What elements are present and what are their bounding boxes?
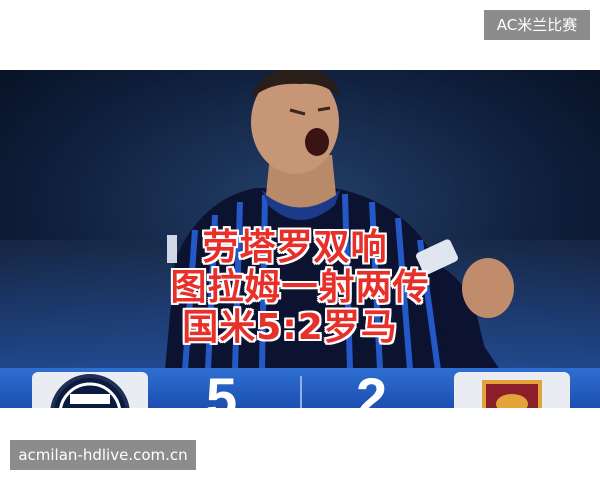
home-team-badge: [32, 372, 148, 408]
roma-crest-icon: [482, 380, 542, 408]
home-score: 5: [206, 366, 238, 409]
match-photo: 劳塔罗双响 图拉姆一射两传 国米5:2罗马 5 2: [0, 70, 600, 408]
top-category-tag: AC米兰比赛: [484, 10, 590, 40]
headline-line-2: 图拉姆一射两传: [170, 267, 430, 309]
inter-crest-icon: [50, 374, 130, 408]
headline-line-1: 劳塔罗双响: [202, 227, 388, 269]
headline-overlay: 劳塔罗双响 图拉姆一射两传 国米5:2罗马: [0, 227, 600, 349]
headline-line-3: 国米5:2罗马: [182, 307, 398, 349]
site-domain-tag: acmilan-hdlive.com.cn: [10, 440, 196, 470]
away-score: 2: [356, 366, 388, 409]
away-team-badge: [454, 372, 570, 408]
score-divider: [300, 376, 302, 408]
